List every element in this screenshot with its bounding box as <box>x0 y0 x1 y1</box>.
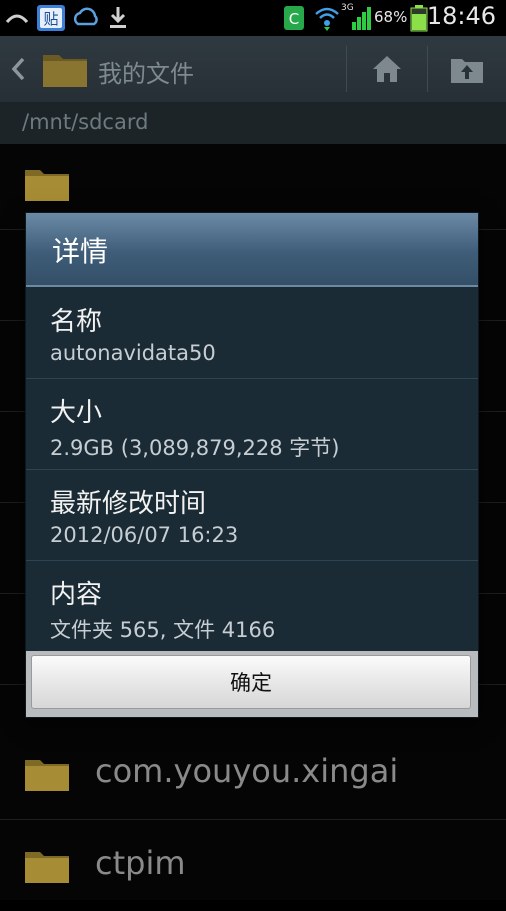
detail-modified-time: 最新修改时间 2012/06/07 16:23 <box>26 469 478 561</box>
detail-label: 最新修改时间 <box>50 489 207 519</box>
wifi-icon <box>315 7 339 31</box>
battery-percent: 68% <box>374 8 408 26</box>
detail-value: autonavidata50 <box>50 341 216 365</box>
notes-app-icon: 贴 <box>37 5 65 31</box>
folder-icon <box>25 852 69 883</box>
detail-contents: 内容 文件夹 565, 文件 4166 <box>26 560 478 651</box>
list-item[interactable]: com.youyou.xingai <box>0 728 506 820</box>
detail-name: 名称 autonavidata50 <box>26 287 478 379</box>
action-bar: 我的文件 <box>0 36 506 103</box>
detail-label: 大小 <box>50 398 103 428</box>
phone-missed-icon <box>5 14 29 24</box>
chevron-left-icon[interactable] <box>10 56 26 82</box>
status-bar: 贴 C 3G 68% 18:46 <box>0 0 506 36</box>
detail-label: 内容 <box>50 580 103 610</box>
detail-size: 大小 2.9GB (3,089,879,228 字节) <box>26 378 478 470</box>
folder-icon <box>25 760 69 791</box>
current-path: /mnt/sdcard <box>22 110 149 134</box>
detail-value: 2.9GB (3,089,879,228 字节) <box>50 436 340 460</box>
folder-up-icon <box>451 59 483 83</box>
sync-cloud-icon <box>73 7 98 26</box>
battery-icon <box>410 5 428 32</box>
signal-icon <box>352 7 371 30</box>
folder-icon <box>25 170 69 201</box>
divider <box>346 46 347 92</box>
svg-text:C: C <box>289 10 299 28</box>
ok-button[interactable]: 确定 <box>31 655 471 709</box>
c-app-icon: C <box>284 6 304 30</box>
details-dialog: 详情 名称 autonavidata50 大小 2.9GB (3,089,879… <box>26 213 478 717</box>
up-folder-button[interactable] <box>428 36 506 102</box>
svg-text:贴: 贴 <box>43 10 58 28</box>
detail-value: 文件夹 565, 文件 4166 <box>50 618 276 642</box>
file-name: ctpim <box>95 844 186 882</box>
file-name: com.youyou.xingai <box>95 752 399 790</box>
download-icon <box>110 7 126 28</box>
clock: 18:46 <box>426 2 496 30</box>
page-title: 我的文件 <box>98 60 194 88</box>
home-button[interactable] <box>348 36 426 102</box>
dialog-header: 详情 <box>26 213 478 287</box>
home-icon <box>373 56 401 82</box>
folder-icon <box>43 55 87 87</box>
detail-value: 2012/06/07 16:23 <box>50 523 239 547</box>
list-item[interactable]: ctpim <box>0 820 506 911</box>
detail-label: 名称 <box>50 307 103 337</box>
dialog-footer: 确定 <box>26 651 478 717</box>
dialog-title: 详情 <box>52 235 109 268</box>
